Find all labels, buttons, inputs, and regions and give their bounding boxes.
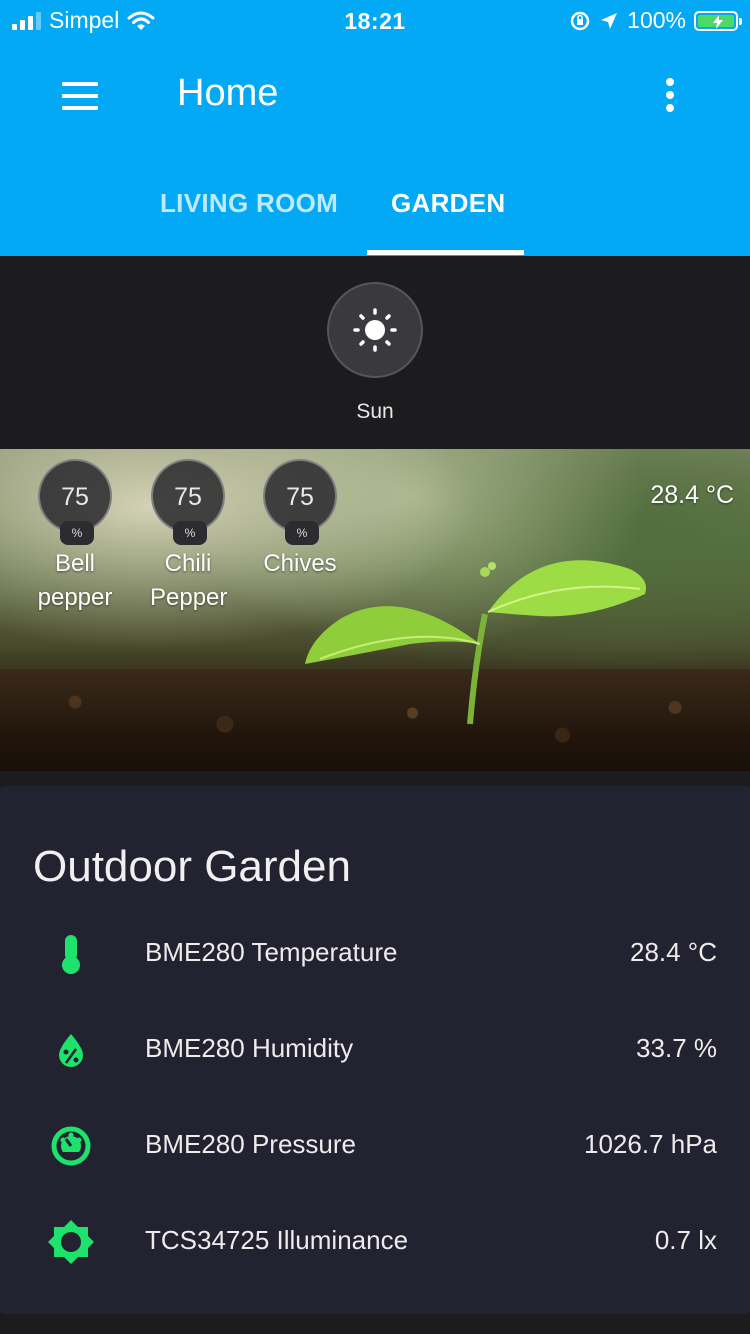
tab-living-room[interactable]: LIVING ROOM (160, 188, 338, 219)
sun-badge-area: Sun (0, 256, 750, 449)
sun-badge[interactable] (327, 282, 423, 378)
gauge-circle: 75 % (38, 459, 112, 545)
more-options-icon[interactable] (660, 78, 680, 114)
gauge-icon (48, 1123, 94, 1169)
water-percent-icon (48, 1027, 94, 1073)
status-right: 100% (569, 7, 742, 34)
menu-icon[interactable] (62, 82, 98, 110)
tab-garden[interactable]: GARDEN (391, 188, 505, 219)
entity-row-illuminance[interactable]: TCS34725 Illuminance 0.7 lx (0, 1211, 750, 1271)
gauge-bell-pepper[interactable]: 75 % Bell pepper (37, 459, 113, 615)
entity-name: BME280 Temperature (145, 937, 398, 967)
entity-row-humidity[interactable]: BME280 Humidity 33.7 % (0, 1019, 750, 1079)
entity-value: 1026.7 hPa (583, 1129, 717, 1159)
card-title: Outdoor Garden (33, 842, 351, 891)
entity-value: 0.7 lx (654, 1225, 717, 1255)
gauge-value: 75 (174, 483, 202, 511)
active-tab-indicator (367, 250, 524, 255)
thermometer-icon (48, 931, 94, 977)
gauge-unit: % (173, 521, 207, 545)
outdoor-garden-card: Outdoor Garden BME280 Temperature 28.4 °… (0, 786, 750, 1314)
battery-percent: 100% (627, 7, 686, 33)
gauge-label: Bell pepper (37, 550, 113, 611)
gauge-circle: 75 % (151, 459, 225, 545)
app-bar: Home LIVING ROOM GARDEN (0, 42, 750, 256)
gauge-unit: % (285, 521, 319, 545)
gauge-chili-pepper[interactable]: 75 % Chili Pepper (150, 459, 228, 615)
entity-row-pressure[interactable]: BME280 Pressure 1026.7 hPa (0, 1115, 750, 1175)
entity-name: BME280 Humidity (145, 1033, 354, 1063)
gauge-label: Chili Pepper (150, 550, 228, 611)
gauge-chives[interactable]: 75 % Chives (262, 459, 338, 581)
gauge-unit: % (60, 521, 94, 545)
entity-value: 28.4 °C (629, 937, 717, 967)
seedling-image (305, 560, 646, 725)
gauge-label: Chives (263, 550, 337, 577)
status-bar: Simpel 18:21 100% (0, 0, 750, 42)
page-title: Home (177, 72, 279, 114)
entity-name: BME280 Pressure (145, 1129, 356, 1159)
garden-picture-card: 75 % Bell pepper 75 % Chili Pepper 75 % Ch… (0, 449, 750, 771)
entity-row-temperature[interactable]: BME280 Temperature 28.4 °C (0, 923, 750, 983)
location-icon (601, 12, 618, 29)
gauge-value: 75 (61, 483, 89, 511)
sun-label: Sun (356, 400, 394, 423)
orientation-lock-icon (570, 11, 590, 30)
brightness-icon (48, 1219, 94, 1265)
entity-value: 33.7 % (636, 1033, 717, 1063)
gauge-circle: 75 % (263, 459, 337, 545)
temperature-badge[interactable]: 28.4 °C (650, 481, 734, 510)
battery-icon (694, 10, 742, 31)
sun-icon (353, 308, 397, 352)
gauge-value: 75 (286, 483, 314, 511)
entity-name: TCS34725 Illuminance (145, 1225, 409, 1255)
